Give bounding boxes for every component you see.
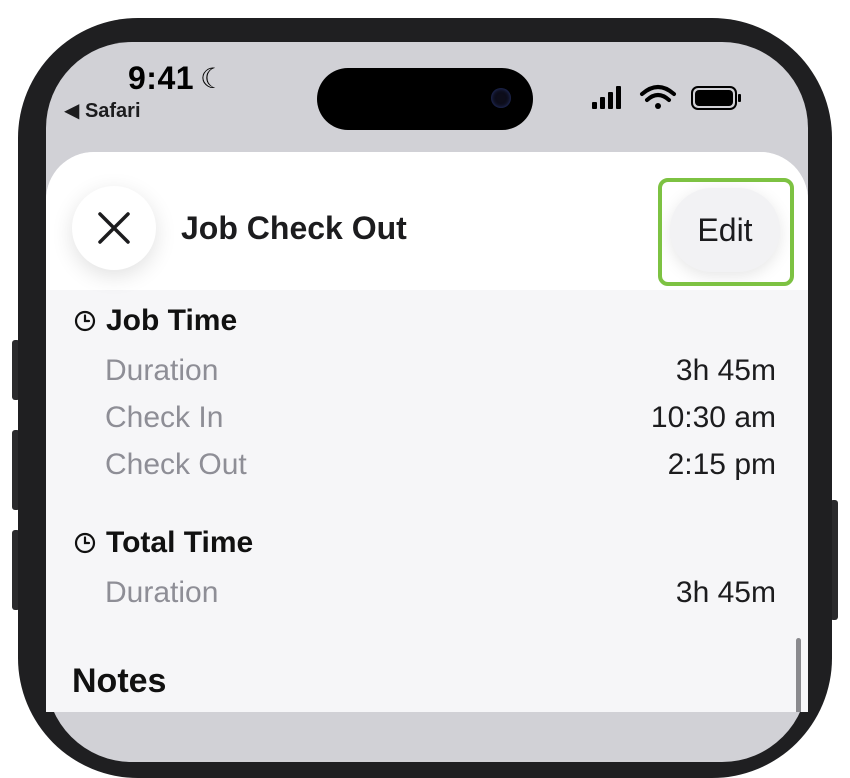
page-title: Job Check Out [181,210,407,246]
check-out-sheet: Job Check Out Edit Job Time Duration 3h … [46,152,808,712]
wifi-icon [640,85,676,109]
job-time-heading: Job Time [74,304,237,338]
cellular-signal-icon [592,86,621,109]
status-time: 9:41 [128,60,195,96]
total-time-heading: Total Time [74,526,253,560]
clock-icon [74,310,96,332]
scrollbar[interactable] [796,638,801,712]
clock-icon [74,532,96,554]
camera-lens-icon [491,88,511,108]
notes-heading: Notes [72,662,167,700]
status-icons [592,85,741,110]
check-out-label: Check Out [105,448,247,481]
battery-icon [691,86,741,110]
total-time-title: Total Time [106,526,254,559]
total-duration-value: 3h 45m [675,576,776,609]
back-to-safari-link[interactable]: ◀ Safari [64,98,141,123]
job-duration-label: Duration [105,354,219,387]
check-in-label: Check In [105,401,224,434]
close-icon [98,212,130,244]
check-out-value: 2:15 pm [667,448,776,481]
check-in-value: 10:30 am [650,401,776,434]
sheet-header: Job Check Out Edit [46,152,808,290]
edit-highlight-box [658,178,794,286]
focus-moon-icon: ☾ [200,63,226,94]
total-duration-label: Duration [105,576,219,609]
job-time-title: Job Time [106,304,238,337]
close-button[interactable] [72,186,156,270]
job-duration-value: 3h 45m [675,354,776,387]
